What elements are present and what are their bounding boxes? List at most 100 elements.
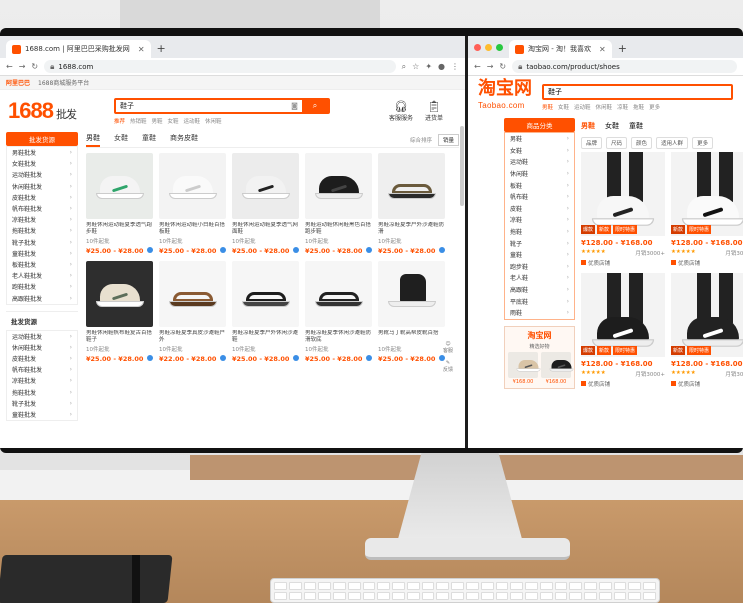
category-item[interactable]: 靴子批发 <box>7 237 77 248</box>
product-title[interactable]: 男鞋休闲运动鞋夏季透气跑步鞋 <box>86 222 153 236</box>
reload-icon[interactable]: ↻ <box>499 62 506 71</box>
product-image[interactable] <box>378 153 445 219</box>
new-tab-button[interactable]: + <box>151 40 172 58</box>
product-card[interactable]: 男鞋休闲运动鞋小白鞋百搭板鞋 10件起批 ¥25.00 - ¥28.00 <box>159 153 226 255</box>
hot-word[interactable]: 休闲鞋 <box>205 117 222 125</box>
hot-word[interactable]: 拖鞋 <box>633 103 644 111</box>
reload-icon[interactable]: ↻ <box>31 62 38 71</box>
tab-taobao[interactable]: 淘宝网 - 淘！我喜欢 ✕ <box>509 40 612 58</box>
product-image[interactable] <box>378 261 445 327</box>
shop-name[interactable]: 优质店铺 <box>671 380 743 388</box>
tab-3[interactable]: 商务皮鞋 <box>170 133 198 147</box>
product-image[interactable] <box>159 261 226 327</box>
product-card[interactable]: 男鞋休闲运动鞋夏季透气跑步鞋 10件起批 ¥25.00 - ¥28.00 <box>86 153 153 255</box>
category-item[interactable]: 高跟鞋批发 <box>7 292 77 303</box>
sub-category-item[interactable]: 运动鞋批发 <box>7 331 77 342</box>
tab-2[interactable]: 童鞋 <box>629 121 643 131</box>
sub-category-item[interactable]: 凉鞋批发 <box>7 375 77 386</box>
product-title[interactable]: 男鞋运动鞋休闲鞋黑色百搭跑步鞋 <box>305 222 372 236</box>
sub-category-item[interactable]: 帆布鞋批发 <box>7 364 77 375</box>
product-card[interactable]: 男鞋运动鞋休闲鞋黑色百搭跑步鞋 10件起批 ¥25.00 - ¥28.00 <box>305 153 372 255</box>
category-item[interactable]: 老人鞋批发 <box>7 270 77 281</box>
extensions-icon[interactable]: ✦ <box>425 62 432 71</box>
side-float-item[interactable]: ☺ 客服 <box>441 341 455 354</box>
search-input[interactable]: 鞋子 <box>116 101 291 111</box>
product-title[interactable]: 男鞋凉鞋夏季户外休闲沙滩鞋 <box>232 330 299 344</box>
product-card[interactable]: 爆款 新款 限时特惠 ¥128.00 - ¥168.00 ★★★★★ 月销3000+ 优质店… <box>581 152 665 267</box>
category-item[interactable]: 运动鞋 <box>505 156 574 168</box>
product-title[interactable]: 男靴马丁靴高帮皮靴百搭 <box>378 330 445 344</box>
product-image[interactable]: 新款 限时特惠 <box>671 152 743 236</box>
product-card[interactable]: 新款限时特惠 ¥128.00 - ¥168.00 ★★★★★ 月销3000+ 优质店铺 <box>671 273 743 388</box>
product-image[interactable] <box>232 153 299 219</box>
product-image[interactable] <box>86 153 153 219</box>
filter-chip[interactable]: 品牌 <box>581 137 603 149</box>
product-card[interactable]: 爆款 新款 限时特惠 ¥128.00 - ¥168.00 ★★★★★ 月销3000+ 优质店… <box>581 273 665 388</box>
hot-word[interactable]: 热销鞋 <box>130 117 147 125</box>
promo-box[interactable]: 淘宝网 精选好物 ¥168.00 ¥168.00 <box>504 325 575 389</box>
category-item[interactable]: 男鞋批发 <box>7 147 77 158</box>
tab-1[interactable]: 女鞋 <box>605 121 619 131</box>
taobao-logo[interactable]: 淘宝网 Taobao.com <box>478 79 532 113</box>
menu-kebab-icon[interactable]: ⋮ <box>451 62 459 71</box>
category-item[interactable]: 帆布鞋批发 <box>7 203 77 214</box>
tab-1688[interactable]: 1688.com | 阿里巴巴采购批发网 ✕ <box>6 40 151 58</box>
sub-category-item[interactable]: 休闲鞋批发 <box>7 342 77 353</box>
product-image[interactable] <box>159 153 226 219</box>
hot-word[interactable]: 男鞋 <box>542 103 553 111</box>
sub-category-item[interactable]: 拖鞋批发 <box>7 387 77 398</box>
url-field[interactable]: 🔒︎ taobao.com/product/shoes <box>512 60 737 73</box>
hot-word[interactable]: 运动鞋 <box>574 103 591 111</box>
category-item[interactable]: 童鞋 <box>505 249 574 261</box>
product-image[interactable]: 爆款 新款 限时特惠 <box>581 152 665 236</box>
product-card[interactable]: 男鞋凉鞋夏季户外沙滩鞋防滑 10件起批 ¥25.00 - ¥28.00 <box>378 153 445 255</box>
bookmark-star-icon[interactable]: ☆ <box>412 62 419 71</box>
category-item[interactable]: 皮鞋 <box>505 203 574 215</box>
category-item[interactable]: 皮鞋批发 <box>7 192 77 203</box>
hot-word[interactable]: 女鞋 <box>168 117 179 125</box>
minimize-window-button[interactable] <box>485 43 492 51</box>
platform-link[interactable]: 1688商城服务平台 <box>38 78 89 87</box>
sub-category-item[interactable]: 童鞋批发 <box>7 409 77 420</box>
filter-chip[interactable]: 颜色 <box>631 137 653 149</box>
product-card[interactable]: 男鞋凉鞋夏季休闲沙滩鞋防滑软底 10件起批 ¥25.00 - ¥28.00 <box>305 261 372 363</box>
category-item[interactable]: 女鞋批发 <box>7 158 77 169</box>
category-item[interactable]: 女鞋 <box>505 145 574 157</box>
tab-2[interactable]: 童鞋 <box>142 133 156 147</box>
category-item[interactable]: 休闲鞋 <box>505 168 574 180</box>
camera-search-icon[interactable]: ◙ <box>291 102 302 110</box>
category-item[interactable]: 凉鞋 <box>505 214 574 226</box>
category-item[interactable]: 高跟鞋 <box>505 284 574 296</box>
profile-avatar[interactable]: ● <box>438 62 445 71</box>
category-item[interactable]: 跑步鞋 <box>505 261 574 273</box>
filter-chip[interactable]: 更多 <box>692 137 714 149</box>
product-card[interactable]: 男鞋休闲鞋帆布鞋复古百搭鞋子 10件起批 ¥25.00 - ¥28.00 <box>86 261 153 363</box>
product-title[interactable]: 男鞋凉鞋夏季休闲沙滩鞋防滑软底 <box>305 330 372 344</box>
product-title[interactable]: 男鞋休闲运动鞋夏季透气网面鞋 <box>232 222 299 236</box>
tab-1[interactable]: 女鞋 <box>114 133 128 147</box>
filter-chip[interactable]: 尺码 <box>606 137 628 149</box>
sub-category-item[interactable]: 靴子批发 <box>7 398 77 409</box>
category-item[interactable]: 帆布鞋 <box>505 191 574 203</box>
product-card[interactable]: 男鞋凉鞋夏季真皮沙滩鞋户外 10件起批 ¥22.00 - ¥28.00 <box>159 261 226 363</box>
shop-name[interactable]: 优质店铺 <box>671 259 743 267</box>
product-image[interactable]: 新款 限时特惠 <box>671 273 743 357</box>
promo-item[interactable]: ¥168.00 <box>541 351 574 385</box>
product-title[interactable]: 男鞋休闲鞋帆布鞋复古百搭鞋子 <box>86 330 153 344</box>
product-title[interactable]: 男鞋凉鞋夏季户外沙滩鞋防滑 <box>378 222 445 236</box>
shop-name[interactable]: 优质店铺 <box>581 259 665 267</box>
category-item[interactable]: 运动鞋批发 <box>7 169 77 180</box>
search-input[interactable]: 鞋子 <box>542 83 733 100</box>
promo-item[interactable]: ¥168.00 <box>508 351 541 385</box>
product-card[interactable]: 男鞋凉鞋夏季户外休闲沙滩鞋 10件起批 ¥25.00 - ¥28.00 <box>232 261 299 363</box>
product-image[interactable] <box>232 261 299 327</box>
category-item[interactable]: 拖鞋批发 <box>7 225 77 236</box>
hot-word[interactable]: 男鞋 <box>151 117 162 125</box>
1688-logo[interactable]: 1688 批发 <box>8 98 77 124</box>
category-item[interactable]: 男鞋 <box>505 133 574 145</box>
scrollbar[interactable] <box>460 126 464 206</box>
category-item[interactable]: 板鞋 <box>505 179 574 191</box>
alibaba-brand[interactable]: 阿里巴巴 <box>6 78 30 87</box>
sub-category-item[interactable]: 皮鞋批发 <box>7 353 77 364</box>
category-item[interactable]: 靴子 <box>505 237 574 249</box>
